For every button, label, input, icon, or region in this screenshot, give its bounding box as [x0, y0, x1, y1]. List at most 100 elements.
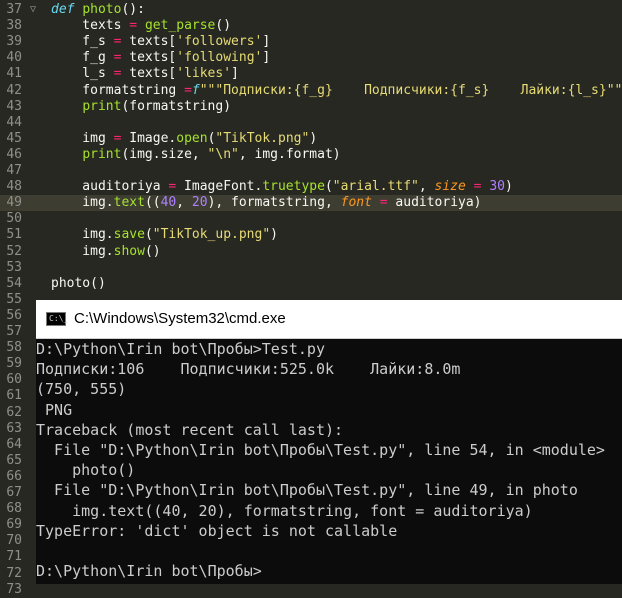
- line-number: 54: [6, 275, 22, 291]
- line-number: 44: [6, 114, 22, 130]
- line-number: 59: [6, 356, 22, 372]
- code-token: 40: [160, 195, 177, 211]
- cmd-output[interactable]: D:\Python\Irin bot\Пробы>Test.py Подписки…: [36, 338, 622, 584]
- code-token: =: [129, 18, 138, 34]
- code-line[interactable]: 53: [0, 260, 622, 276]
- code-text: img.save("TikTok_up.png"): [51, 227, 278, 243]
- code-line[interactable]: 42 formatstring =f"""Подписки:{f_g} Подп…: [0, 83, 622, 99]
- code-token: save: [113, 227, 145, 243]
- line-number: 64: [6, 436, 22, 452]
- cmd-titlebar[interactable]: C:\_ C:\Windows\System32\cmd.exe: [36, 300, 622, 339]
- console-line: TypeError: 'dict' object is not callable: [36, 521, 398, 540]
- code-token: ]: [231, 66, 239, 82]
- code-text: auditoriya = ImageFont.truetype("arial.t…: [51, 179, 513, 195]
- code-token: texts[: [121, 34, 177, 50]
- fold-arrow-icon[interactable]: ▽: [30, 2, 36, 18]
- code-token: ]: [262, 50, 271, 66]
- console-line: File "D:\Python\Irin bot\Пробы\Test.py",…: [36, 481, 578, 500]
- code-token: 30: [489, 179, 505, 195]
- line-number: 39: [6, 34, 22, 50]
- code-token: photo: [51, 275, 91, 291]
- code-token: (: [144, 227, 153, 243]
- code-token: ), formatstring,: [207, 195, 341, 211]
- code-token: size: [434, 179, 466, 195]
- code-line[interactable]: 50: [0, 211, 622, 227]
- code-token: auditoriya): [387, 195, 482, 211]
- console-line: Подписки:106 Подписчики:525.0k Лайки:8.0…: [36, 360, 461, 379]
- code-token: """Подписки:{f_g} Подписчики:{f_s} Лайки…: [199, 82, 622, 98]
- code-token: , img.format): [238, 146, 341, 162]
- console-line: photo(): [36, 461, 136, 480]
- code-token: ]: [262, 34, 271, 50]
- code-token: (): [90, 275, 106, 291]
- code-text: print(img.size, "\n", img.format): [51, 146, 341, 163]
- console-line: img.text((40, 20), formatstring, font = …: [36, 501, 533, 520]
- code-text: img.show(): [51, 243, 160, 260]
- line-number: 40: [6, 50, 22, 66]
- code-token: def: [51, 2, 83, 17]
- code-token: text: [113, 195, 145, 211]
- code-token: =: [473, 179, 482, 195]
- code-text: formatstring =f"""Подписки:{f_g} Подписч…: [51, 83, 622, 99]
- code-token: "arial.ttf": [332, 179, 419, 195]
- code-line[interactable]: 46 print(img.size, "\n", img.format): [0, 147, 622, 163]
- console-line: Traceback (most recent call last):: [36, 420, 344, 439]
- console-line: PNG: [36, 400, 73, 419]
- code-line[interactable]: 47: [0, 163, 622, 179]
- code-token: get_parse: [144, 18, 216, 34]
- line-number: 62: [6, 404, 22, 420]
- code-token: "TikTok.png": [215, 130, 310, 146]
- line-number: 60: [6, 372, 22, 388]
- code-line[interactable]: 49 img.text((40, 20), formatstring, font…: [0, 195, 622, 212]
- code-text: photo(): [51, 276, 106, 292]
- code-token: ,: [176, 195, 192, 211]
- code-token: font: [340, 195, 372, 211]
- code-token: f: [191, 82, 200, 98]
- console-line: D:\Python\Irin bot\Пробы>: [36, 562, 262, 581]
- code-token: texts: [51, 18, 130, 34]
- code-line[interactable]: 41 l_s = texts['likes']: [0, 66, 622, 82]
- code-token: "TikTok_up.png": [152, 227, 271, 243]
- code-line[interactable]: 52 img.show(): [0, 244, 622, 260]
- line-number: 41: [6, 66, 22, 82]
- code-line[interactable]: 48 auditoriya = ImageFont.truetype("aria…: [0, 179, 622, 195]
- line-number: 45: [6, 130, 22, 146]
- code-line[interactable]: 44: [0, 115, 622, 131]
- line-number: 70: [6, 533, 22, 549]
- code-token: (): [215, 18, 232, 34]
- cmd-window[interactable]: C:\_ C:\Windows\System32\cmd.exe D:\Pyth…: [36, 300, 622, 584]
- code-token: f_s: [51, 34, 114, 50]
- line-number: 58: [6, 340, 22, 356]
- code-line[interactable]: 43 print(formatstring): [0, 99, 622, 115]
- line-number: 50: [6, 211, 22, 227]
- line-number: 67: [6, 485, 22, 500]
- line-number: 61: [6, 388, 22, 404]
- code-token: img.: [51, 243, 114, 259]
- console-line: File "D:\Python\Irin bot\Пробы\Test.py",…: [36, 441, 605, 459]
- line-number: 63: [6, 420, 22, 436]
- code-line[interactable]: 38 texts = get_parse(): [0, 18, 622, 34]
- code-line[interactable]: 40 f_g = texts['following']: [0, 50, 622, 66]
- line-number: 52: [6, 243, 22, 259]
- line-number: 38: [6, 18, 22, 34]
- code-token: =: [184, 82, 192, 98]
- line-number: 57: [6, 324, 22, 339]
- code-token: "\n": [207, 146, 239, 162]
- code-token: ImageFont.: [176, 179, 263, 195]
- code-token: texts[: [121, 50, 177, 66]
- code-text: l_s = texts['likes']: [51, 66, 239, 82]
- code-token: (: [324, 179, 333, 195]
- code-line[interactable]: 54 photo(): [0, 276, 622, 292]
- terminal-icon: C:\_: [46, 312, 68, 326]
- code-token: truetype: [262, 179, 325, 195]
- code-line[interactable]: 51 img.save("TikTok_up.png"): [0, 227, 622, 243]
- code-line[interactable]: 39 f_s = texts['followers']: [0, 34, 622, 50]
- code-token: texts[: [121, 66, 177, 82]
- code-token: ): [309, 130, 318, 146]
- code-token: ): [270, 227, 278, 243]
- code-line[interactable]: 37 ▽ def photo():: [0, 2, 622, 18]
- line-number: 48: [6, 179, 22, 195]
- code-token: img: [51, 130, 114, 146]
- code-line[interactable]: 45 img = Image.open("TikTok.png"): [0, 131, 622, 147]
